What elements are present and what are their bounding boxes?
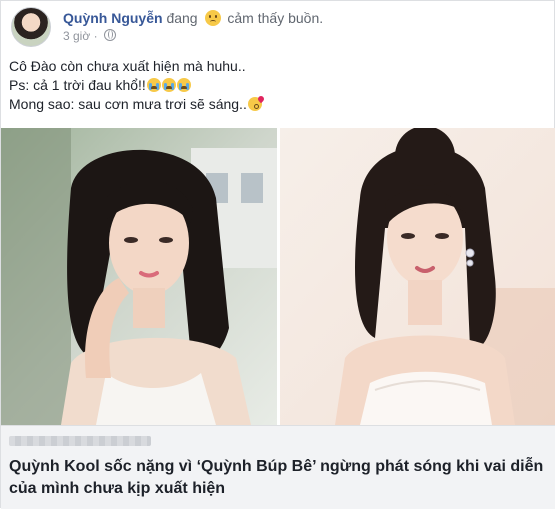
globe-icon[interactable] (103, 29, 116, 41)
crying-face-emoji-icon (161, 78, 176, 92)
meta-separator: · (93, 29, 101, 43)
author-avatar[interactable] (11, 7, 51, 47)
author-line: Quỳnh Nguyễn đang cảm thấy buồn. (63, 10, 323, 26)
feeling-prefix: đang (166, 10, 198, 26)
link-domain-blurred (9, 436, 151, 446)
link-preview[interactable]: Quỳnh Kool sốc nặng vì ‘Quỳnh Búp Bê’ ng… (1, 425, 555, 509)
post-line-text: Ps: cả 1 trời đau khổ!! (9, 77, 146, 93)
post-meta: 3 giờ · (63, 29, 116, 43)
link-title[interactable]: Quỳnh Kool sốc nặng vì ‘Quỳnh Búp Bê’ ng… (9, 456, 548, 500)
post-line-text: Cô Đào còn chưa xuất hiện mà huhu.. (9, 58, 246, 74)
author-name-link[interactable]: Quỳnh Nguyễn (63, 10, 163, 26)
photo-left[interactable] (1, 128, 277, 425)
post-header: Quỳnh Nguyễn đang cảm thấy buồn. 3 giờ · (9, 5, 546, 49)
post-line: Cô Đào còn chưa xuất hiện mà huhu.. (9, 57, 546, 76)
feeling-text: cảm thấy buồn. (227, 10, 324, 26)
post-timestamp[interactable]: 3 giờ (63, 29, 90, 43)
post-line: Mong sao: sau cơn mưa trơi sẽ sáng.. (9, 95, 546, 114)
post-text: Cô Đào còn chưa xuất hiện mà huhu.. Ps: … (9, 57, 546, 114)
sad-face-emoji-icon (204, 10, 221, 26)
crying-face-emoji-icon (146, 78, 161, 92)
facebook-post: Quỳnh Nguyễn đang cảm thấy buồn. 3 giờ ·… (0, 0, 555, 509)
kiss-face-emoji-icon (247, 97, 262, 111)
post-photos (1, 128, 555, 425)
post-line: Ps: cả 1 trời đau khổ!! (9, 76, 546, 95)
crying-face-emoji-icon (176, 78, 191, 92)
post-line-text: Mong sao: sau cơn mưa trơi sẽ sáng.. (9, 96, 247, 112)
photo-right[interactable] (280, 128, 555, 425)
